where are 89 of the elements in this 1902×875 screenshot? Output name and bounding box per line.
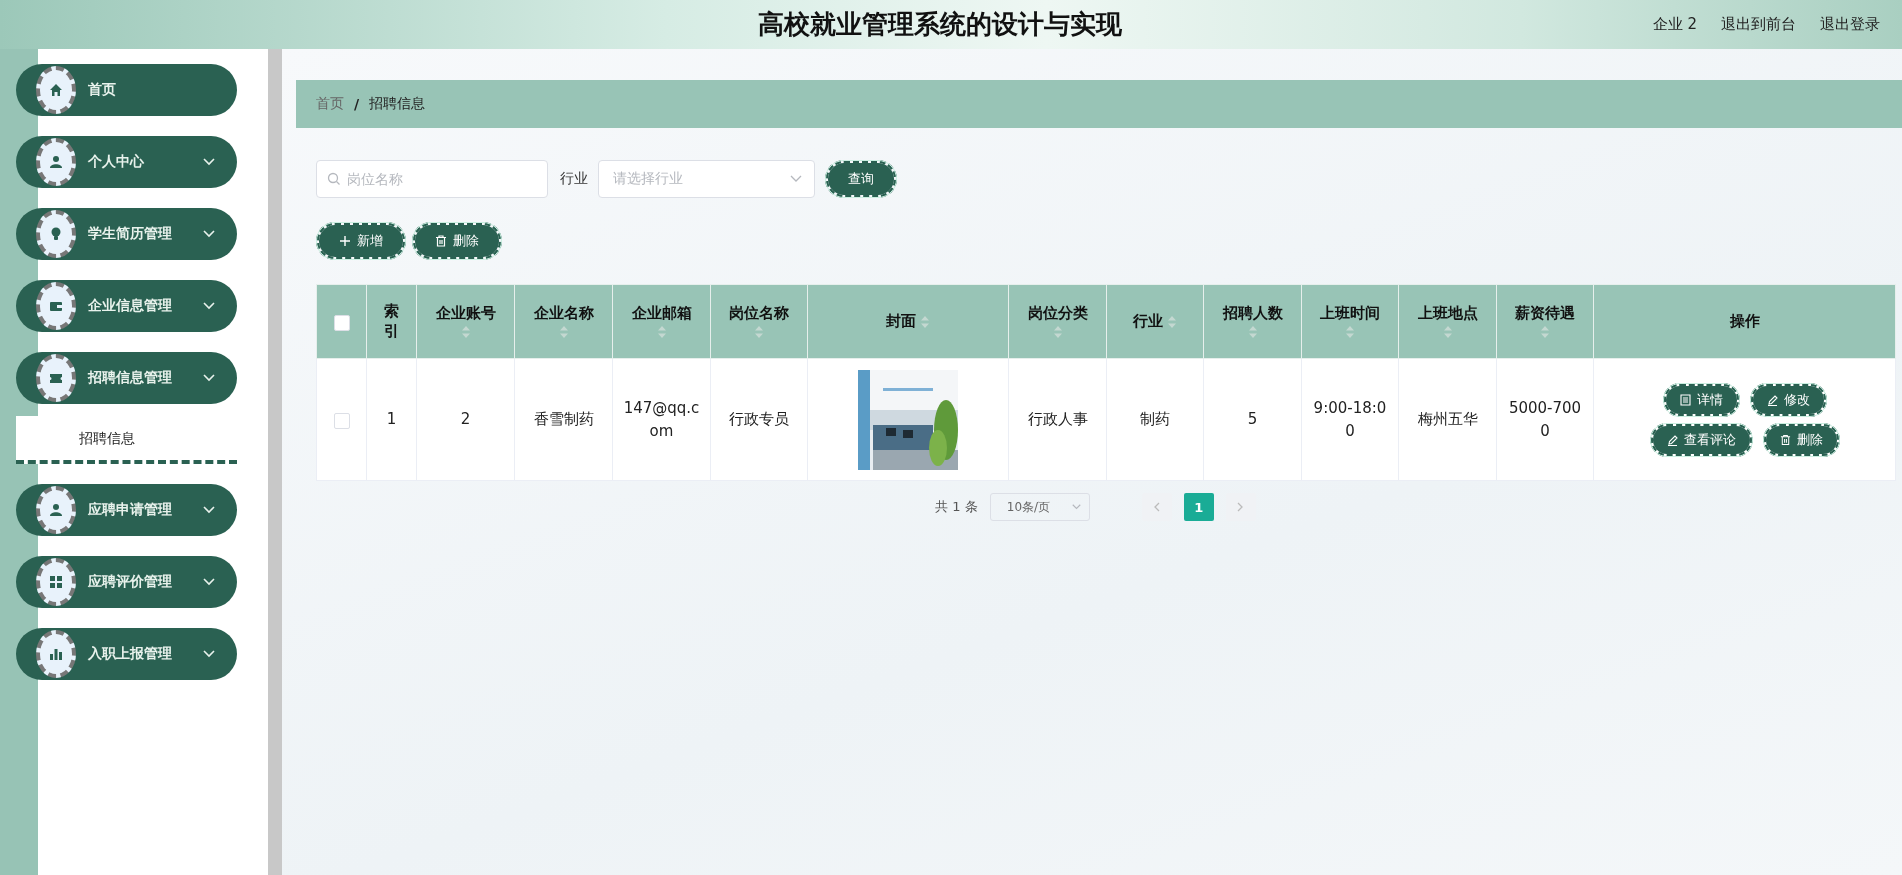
sort-icon[interactable] — [1540, 325, 1550, 340]
table-cell: 香雪制药 — [533, 410, 594, 429]
bar-chart-icon — [36, 630, 76, 678]
column-header: 操作 — [1729, 311, 1760, 332]
menu-item[interactable]: 应聘评价管理 — [16, 556, 237, 608]
trash-icon — [1779, 433, 1791, 446]
delete-button[interactable]: 删除 — [1762, 422, 1840, 457]
menu-item[interactable]: 首页 — [16, 64, 237, 116]
column-header: 行业 — [1133, 311, 1163, 332]
table-cell: 行政专员 — [729, 410, 789, 429]
column-header: 企业名称 — [533, 303, 594, 324]
table-cell: 行政人事 — [1027, 410, 1088, 429]
chevron-icon — [1071, 504, 1081, 510]
chevron-icon — [203, 578, 215, 586]
chevron-icon — [203, 158, 215, 166]
column-header: 岗位分类 — [1027, 303, 1088, 324]
chevron-icon — [203, 506, 215, 514]
pencil-icon — [1666, 433, 1678, 446]
sort-icon[interactable] — [460, 325, 471, 340]
search-icon — [327, 172, 341, 186]
user-icon — [36, 486, 76, 534]
trash-icon — [435, 235, 447, 247]
column-header: 企业邮箱 — [631, 303, 692, 324]
column-header: 封面 — [886, 311, 916, 332]
menu-item[interactable]: 招聘信息管理 — [16, 352, 237, 404]
sort-icon[interactable] — [1052, 325, 1063, 340]
delete-button[interactable]: 删除 — [412, 222, 502, 260]
chevron-icon — [203, 650, 215, 658]
menu-item[interactable]: 个人中心 — [16, 136, 237, 188]
sort-icon[interactable] — [1345, 325, 1355, 340]
chevron-icon — [203, 230, 215, 238]
chevron-right-icon — [1237, 502, 1245, 512]
sort-icon[interactable] — [656, 325, 667, 340]
row-checkbox[interactable] — [333, 412, 350, 429]
plus-icon — [339, 235, 351, 247]
column-header: 企业账号 — [435, 303, 496, 324]
edit-button[interactable]: 查看评论 — [1649, 422, 1753, 457]
query-button[interactable]: 查询 — [825, 160, 897, 198]
sort-icon[interactable] — [558, 325, 569, 340]
table-cell: 梅州五华 — [1417, 410, 1478, 429]
table-cell: 5 — [1247, 410, 1258, 429]
table-cell: 147@qq.com — [623, 399, 700, 440]
industry-label: 行业 — [560, 170, 588, 188]
breadcrumb-item: 招聘信息 — [369, 95, 426, 113]
table-cell: 9:00-18:00 — [1313, 399, 1387, 440]
document-icon — [1679, 393, 1691, 406]
table-cell: 2 — [460, 410, 471, 429]
sort-icon[interactable] — [920, 314, 930, 329]
breadcrumb-separator: / — [354, 96, 360, 112]
column-header: 薪资待遇 — [1515, 303, 1575, 324]
ticket-icon — [36, 354, 76, 402]
chevron-icon — [203, 374, 215, 382]
menu-item[interactable]: 学生简历管理 — [16, 208, 237, 260]
add-button[interactable]: 新增 — [316, 222, 406, 260]
submenu-item[interactable]: 招聘信息 — [16, 416, 237, 460]
edit-button[interactable]: 修改 — [1749, 382, 1827, 417]
table-cell: 1 — [386, 410, 397, 429]
column-header: 岗位名称 — [729, 303, 789, 324]
system-title: 高校就业管理系统的设计与实现 — [758, 8, 1122, 41]
table-cell: 制药 — [1140, 410, 1170, 429]
chevron-icon — [790, 175, 802, 183]
view-button[interactable]: 详情 — [1662, 382, 1740, 417]
wallet-icon — [36, 282, 76, 330]
page-size-select[interactable]: 10条/页 — [989, 493, 1090, 521]
total-count: 共 1 条 — [935, 498, 978, 516]
grid-icon — [36, 558, 76, 606]
pencil-icon — [1766, 393, 1778, 406]
column-header: 索引 — [383, 302, 400, 341]
chevron-left-icon — [1153, 502, 1161, 512]
header-link[interactable]: 企业 2 — [1652, 15, 1697, 34]
header-link[interactable]: 退出到前台 — [1721, 15, 1796, 34]
sort-icon[interactable] — [1442, 325, 1453, 340]
column-header: 上班时间 — [1320, 303, 1380, 324]
column-header: 招聘人数 — [1222, 303, 1283, 324]
column-header: 上班地点 — [1417, 303, 1478, 324]
home-icon — [36, 66, 76, 114]
search-field[interactable]: 岗位名称 — [316, 160, 548, 198]
user-icon — [36, 138, 76, 186]
menu-item[interactable]: 入职上报管理 — [16, 628, 237, 680]
chevron-icon — [203, 302, 215, 310]
bulb-icon — [36, 210, 76, 258]
menu-item[interactable]: 企业信息管理 — [16, 280, 237, 332]
sort-icon[interactable] — [1247, 325, 1258, 340]
header-link[interactable]: 退出登录 — [1820, 15, 1880, 34]
sort-icon[interactable] — [754, 325, 764, 340]
sort-icon[interactable] — [1167, 314, 1177, 329]
menu-item[interactable]: 应聘申请管理 — [16, 484, 237, 536]
select-all-checkbox[interactable] — [333, 314, 350, 331]
table-cell: 5000-7000 — [1508, 399, 1582, 440]
